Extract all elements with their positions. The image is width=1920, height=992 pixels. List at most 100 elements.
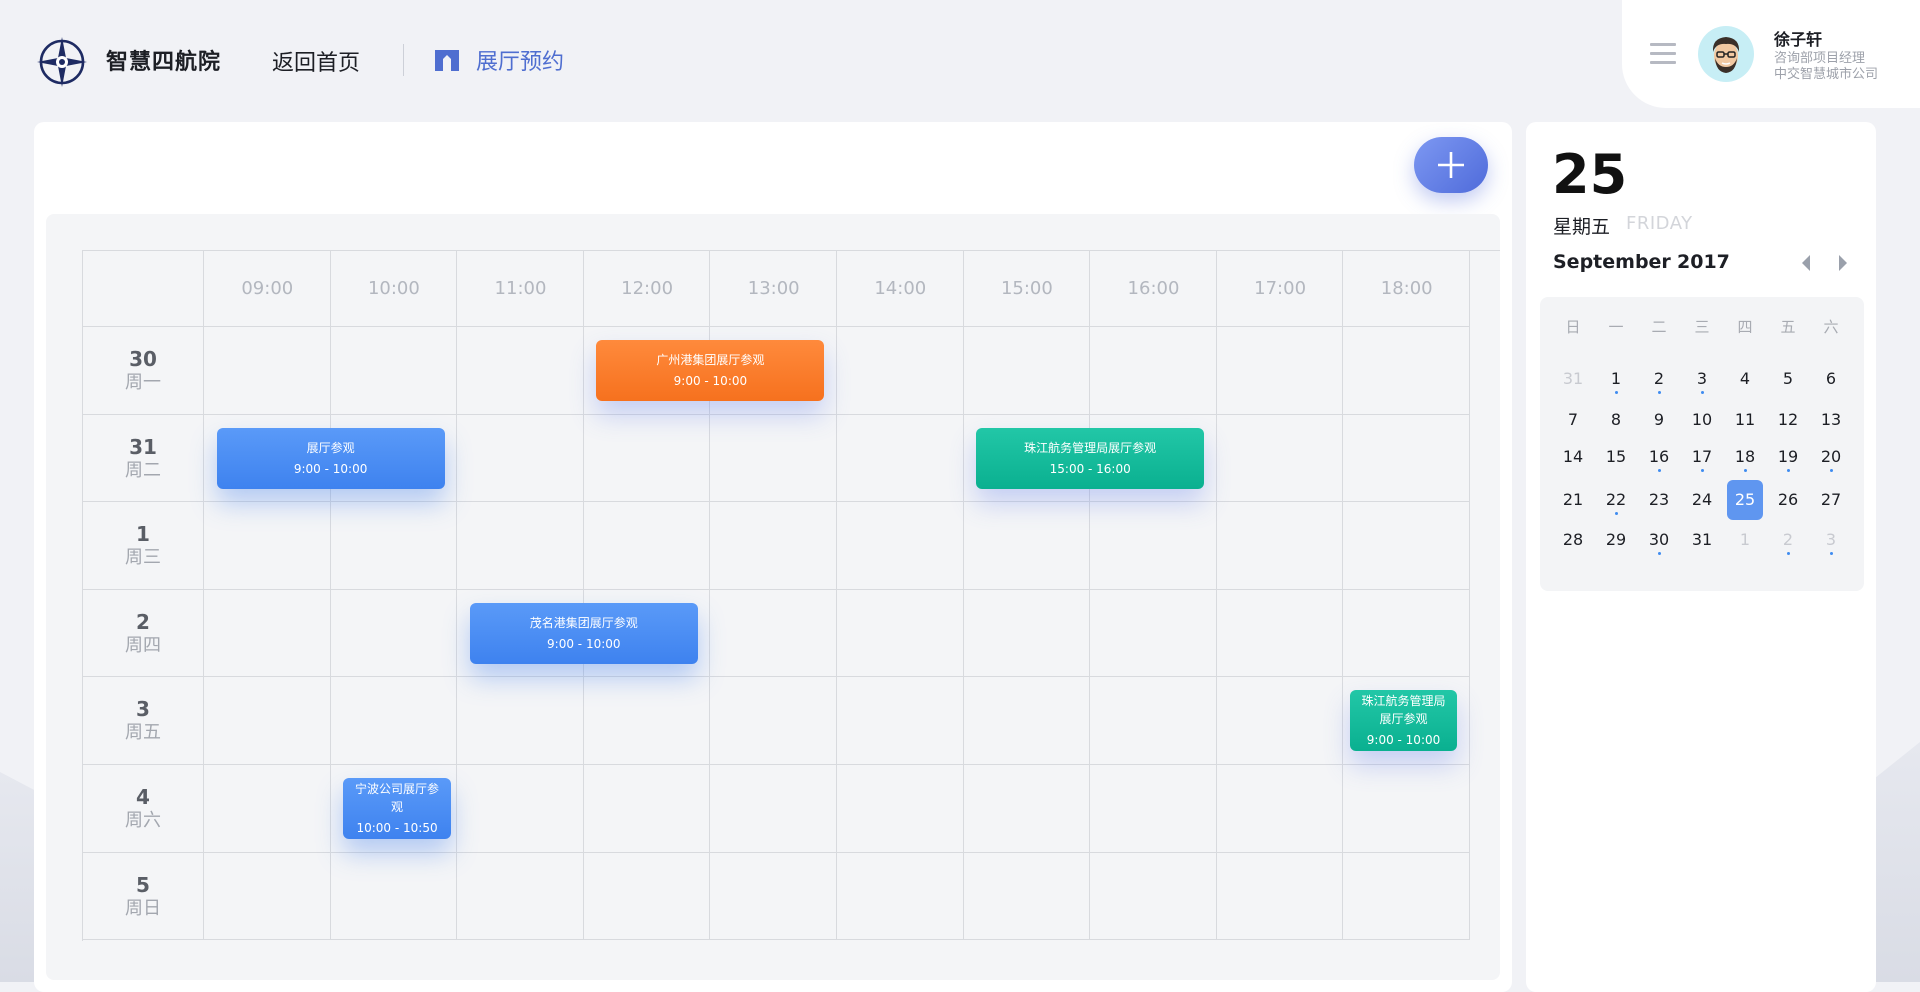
calendar-date[interactable]: 10 (1684, 402, 1720, 438)
next-month-icon[interactable] (1836, 254, 1850, 272)
calendar-date[interactable]: 6 (1813, 361, 1849, 397)
time-slot-cell[interactable] (1343, 765, 1470, 853)
menu-icon[interactable] (1650, 43, 1676, 65)
time-slot-cell[interactable] (837, 502, 964, 590)
time-slot-cell[interactable] (1343, 327, 1470, 415)
time-slot-cell[interactable] (1216, 677, 1344, 765)
selected-weekday-en: FRIDAY (1626, 213, 1693, 234)
time-slot-cell[interactable] (1343, 414, 1470, 503)
time-slot-cell[interactable] (583, 502, 711, 590)
time-slot-cell[interactable] (583, 852, 711, 941)
time-slot-cell[interactable] (457, 502, 584, 590)
time-slot-cell[interactable] (204, 677, 331, 765)
time-slot-cell[interactable] (710, 765, 837, 853)
day-weekday: 周五 (125, 722, 161, 744)
time-slot-cell[interactable] (1090, 502, 1217, 590)
time-slot-cell[interactable] (583, 765, 711, 853)
time-slot-cell[interactable] (204, 765, 331, 853)
time-slot-cell[interactable] (1216, 502, 1344, 590)
event-block[interactable]: 展厅参观 9:00 - 10:00 (216, 427, 445, 489)
time-slot-cell[interactable] (330, 852, 458, 941)
time-slot-cell[interactable] (330, 327, 458, 415)
time-slot-cell[interactable] (204, 502, 331, 590)
time-slot-cell[interactable] (457, 765, 584, 853)
time-slot-cell[interactable] (204, 852, 331, 941)
nav-exhibition-booking[interactable]: 展厅预约 (434, 44, 564, 76)
time-slot-cell[interactable] (963, 502, 1091, 590)
time-slot-cell[interactable] (1090, 765, 1217, 853)
time-slot-cell[interactable] (1216, 589, 1344, 678)
calendar-date[interactable]: 8 (1598, 402, 1634, 438)
calendar-date[interactable]: 29 (1598, 522, 1634, 558)
calendar-date[interactable]: 24 (1684, 482, 1720, 518)
time-slot-cell[interactable] (1216, 327, 1344, 415)
time-slot-cell[interactable] (963, 589, 1091, 678)
time-slot-cell[interactable] (1343, 589, 1470, 678)
time-slot-cell[interactable] (1216, 852, 1344, 941)
event-block[interactable]: 茂名港集团展厅参观 9:00 - 10:00 (469, 602, 698, 664)
time-slot-cell[interactable] (710, 852, 837, 941)
time-slot-cell[interactable] (710, 414, 837, 503)
calendar-date[interactable]: 7 (1555, 402, 1591, 438)
prev-month-icon[interactable] (1799, 254, 1813, 272)
time-slot-cell[interactable] (1343, 502, 1470, 590)
calendar-date[interactable]: 11 (1727, 402, 1763, 438)
time-slot-cell[interactable] (457, 677, 584, 765)
time-slot-cell[interactable] (1216, 414, 1344, 503)
calendar-date[interactable]: 14 (1555, 439, 1591, 475)
calendar-date[interactable]: 28 (1555, 522, 1591, 558)
calendar-date[interactable]: 31 (1555, 361, 1591, 397)
selected-day-number: 25 (1552, 143, 1628, 206)
time-slot-cell[interactable] (1090, 589, 1217, 678)
time-slot-cell[interactable] (1090, 677, 1217, 765)
time-slot-cell[interactable] (1090, 327, 1217, 415)
event-block[interactable]: 广州港集团展厅参观 9:00 - 10:00 (596, 340, 825, 401)
time-slot-cell[interactable] (837, 677, 964, 765)
time-slot-cell[interactable] (330, 502, 458, 590)
time-slot-cell[interactable] (963, 852, 1091, 941)
back-home-link[interactable]: 返回首页 (272, 45, 360, 77)
event-block[interactable]: 珠江航务管理局展厅参观 15:00 - 16:00 (976, 427, 1205, 489)
calendar-date[interactable]: 9 (1641, 402, 1677, 438)
time-slot-cell[interactable] (204, 327, 331, 415)
calendar-date[interactable]: 13 (1813, 402, 1849, 438)
time-slot-cell[interactable] (963, 765, 1091, 853)
time-slot-cell[interactable] (837, 852, 964, 941)
time-slot-cell[interactable] (457, 414, 584, 503)
time-slot-cell[interactable] (457, 327, 584, 415)
add-booking-button[interactable] (1414, 137, 1488, 193)
calendar-date[interactable]: 23 (1641, 482, 1677, 518)
time-slot-cell[interactable] (1090, 852, 1217, 941)
event-block[interactable]: 宁波公司展厅参观 10:00 - 10:50 (343, 778, 451, 839)
calendar-date-selected[interactable]: 25 (1727, 480, 1763, 520)
calendar-date[interactable]: 5 (1770, 361, 1806, 397)
time-slot-cell[interactable] (837, 414, 964, 503)
time-slot-cell[interactable] (837, 589, 964, 678)
avatar[interactable] (1698, 26, 1754, 82)
calendar-date[interactable]: 26 (1770, 482, 1806, 518)
time-slot-cell[interactable] (1216, 765, 1344, 853)
time-slot-cell[interactable] (1343, 852, 1470, 941)
event-indicator-dot (1614, 391, 1618, 394)
time-slot-cell[interactable] (710, 502, 837, 590)
time-slot-cell[interactable] (583, 414, 711, 503)
time-slot-cell[interactable] (837, 327, 964, 415)
time-slot-cell[interactable] (963, 327, 1091, 415)
event-block[interactable]: 珠江航务管理局展厅参观 9:00 - 10:00 (1349, 690, 1458, 752)
calendar-date[interactable]: 31 (1684, 522, 1720, 558)
time-slot-cell[interactable] (330, 589, 458, 678)
calendar-date[interactable]: 27 (1813, 482, 1849, 518)
time-slot-cell[interactable] (963, 677, 1091, 765)
calendar-date[interactable]: 12 (1770, 402, 1806, 438)
time-slot-cell[interactable] (204, 589, 331, 678)
calendar-date[interactable]: 1 (1727, 522, 1763, 558)
time-slot-cell[interactable] (457, 852, 584, 941)
time-slot-cell[interactable] (710, 677, 837, 765)
time-slot-cell[interactable] (583, 677, 711, 765)
calendar-date[interactable]: 15 (1598, 439, 1634, 475)
time-slot-cell[interactable] (330, 677, 458, 765)
time-slot-cell[interactable] (837, 765, 964, 853)
calendar-date[interactable]: 21 (1555, 482, 1591, 518)
time-slot-cell[interactable] (710, 589, 837, 678)
calendar-date[interactable]: 4 (1727, 361, 1763, 397)
